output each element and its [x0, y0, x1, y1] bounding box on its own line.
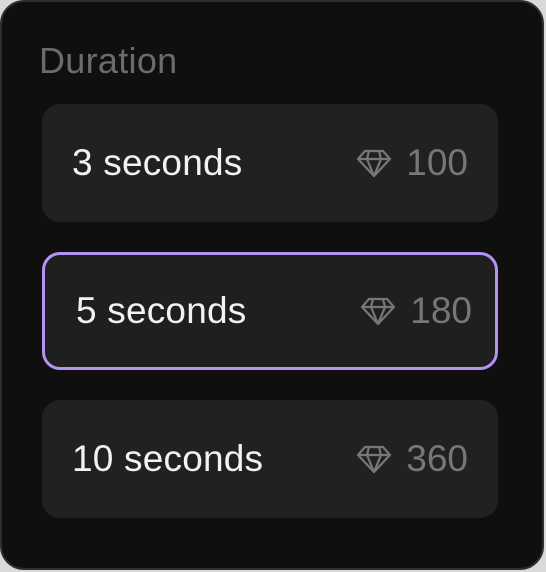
duration-panel: Duration 3 seconds 100 5 seconds 180 10 … — [0, 0, 544, 570]
diamond-icon — [357, 149, 392, 178]
duration-option-5-seconds[interactable]: 5 seconds 180 — [42, 252, 498, 370]
diamond-icon — [357, 445, 392, 474]
option-cost-value: 100 — [406, 142, 468, 183]
diamond-icon — [361, 297, 396, 326]
option-label: 5 seconds — [76, 290, 247, 331]
option-cost: 360 — [356, 438, 468, 480]
option-cost-value: 360 — [406, 438, 468, 479]
section-title: Duration — [39, 40, 178, 81]
option-cost-value: 180 — [410, 290, 472, 331]
duration-option-3-seconds[interactable]: 3 seconds 100 — [42, 104, 498, 222]
option-cost: 100 — [356, 142, 468, 184]
duration-option-10-seconds[interactable]: 10 seconds 360 — [42, 400, 498, 518]
option-label: 10 seconds — [72, 438, 264, 479]
option-label: 3 seconds — [72, 142, 243, 183]
option-cost: 180 — [360, 290, 472, 332]
